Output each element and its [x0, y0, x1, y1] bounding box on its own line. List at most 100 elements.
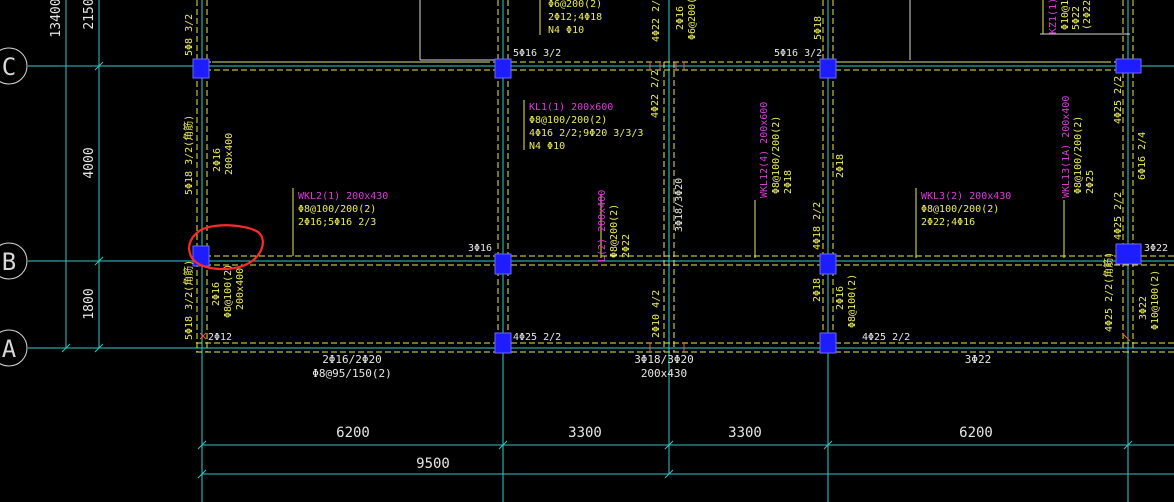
ann-mid-lower-v3: Φ8@100(2)	[847, 274, 858, 328]
ann-left-lower-v3: Φ8@100(2)	[223, 264, 234, 318]
ann-right-v2: 6Φ16 2/4	[1137, 132, 1148, 180]
ann-right-top-2: Φ10@100	[1060, 0, 1071, 30]
dim-outer-13400: 13400	[49, 0, 64, 38]
ann-wkl13-1: WKL13(1A) 200x400	[1061, 96, 1072, 198]
column-c2[interactable]	[494, 58, 512, 79]
axis-label-c: C	[2, 53, 16, 81]
lower-annotations: 5Φ18 3/2(角筋) 2Φ16 Φ8@100(2) 200x400 2Φ12…	[182, 252, 1161, 343]
ann-wkl12-v1: 4Φ18 2/2	[812, 202, 823, 250]
ann-a-mid-v: 2Φ10 4/2	[651, 290, 662, 338]
ann-a-col2: 4Φ25 2/2	[862, 332, 910, 343]
ann-col-c2: 5Φ16 3/2	[774, 48, 822, 59]
dim-inner-4000: 4000	[82, 147, 97, 178]
ann-l2-2: Φ8@200(2)	[609, 204, 620, 258]
column-b4[interactable]	[1115, 243, 1142, 265]
ann-wkl2-1: WKL2(1) 200x430	[298, 191, 388, 202]
ann-top-right-col: 5Φ18	[813, 16, 824, 40]
below-a-annotations: 2Φ16/2Φ20 Φ8@95/150(2) 3Φ18/3Φ20 200x430…	[312, 353, 991, 380]
ann-top-mid-v2: 2Φ16	[675, 6, 686, 30]
ann-wkl13-2: Φ8@100/200(2)	[1073, 116, 1084, 194]
column-b3[interactable]	[819, 253, 837, 275]
ann-right-v3: 4Φ25 2/2	[1113, 192, 1124, 240]
kl1-annotation: KL1(1) 200x600 Φ8@100/200(2) 4Φ16 2/2;9Φ…	[529, 70, 661, 152]
l2-annotation: L(2) 200x400 Φ8@200(2) 2Φ22 3Φ18/3Φ20	[597, 178, 685, 262]
dim-inner-1800: 1800	[82, 288, 97, 319]
ann-kl1-4: N4 Φ10	[529, 141, 565, 152]
ann-right-lower-v3: Φ10@100(2)	[1150, 270, 1161, 330]
ann-b-mid: 3Φ16	[468, 243, 492, 254]
wkl13-annotation: WKL13(1A) 200x400 Φ8@100/200(2) 2Φ25 4Φ2…	[1061, 76, 1168, 254]
ann-right-v1: 4Φ25 2/2	[1113, 76, 1124, 124]
ann-kl1-1: KL1(1) 200x600	[529, 102, 613, 113]
ann-wkl12-1: WKL12(4) 200x600	[759, 102, 770, 198]
ann-left-lower-v2: 2Φ16	[211, 282, 222, 306]
ann-mid-lower-v2: 2Φ16	[835, 286, 846, 310]
ann-kl1-v: 4Φ22 2/2	[650, 70, 661, 118]
annotations-top: 5Φ8 3/2 5Φ16 3/2 5Φ16 3/2 Φ6@200(2) 2Φ12…	[184, 0, 1093, 59]
ann-right-top-1: KZ1(1)	[1048, 0, 1059, 34]
ann-wkl3-1: WKL3(2) 200x430	[921, 191, 1011, 202]
ann-wkl2-2: Φ8@100/200(2)	[298, 204, 376, 215]
ann-kl1-3: 4Φ16 2/2;9Φ20 3/3/3	[529, 128, 643, 139]
dim-6200-right: 6200	[959, 425, 993, 441]
column-c4[interactable]	[1115, 58, 1142, 74]
axis-label-a: A	[2, 335, 17, 363]
axis-bubble-a: A	[0, 329, 28, 367]
ann-left-col-v3: 200x400	[224, 133, 235, 175]
ann-top-mid-2: 2Φ12;4Φ18	[548, 12, 602, 23]
ann-a-left: 2Φ12	[208, 332, 232, 343]
ann-top-mid-v3: Φ6@200(2)	[687, 0, 698, 40]
dim-inner-2150: 2150	[82, 0, 97, 30]
axis-bubble-c: C	[0, 47, 28, 85]
ann-wkl12-2: Φ8@100/200(2)	[771, 116, 782, 194]
ann-below-a1-2: Φ8@95/150(2)	[312, 367, 391, 380]
wkl2-annotation: WKL2(1) 200x430 Φ8@100/200(2) 2Φ16;5Φ16 …	[298, 191, 492, 254]
ann-right-top-3: 5Φ22	[1071, 6, 1082, 30]
ann-right-top-4: (2Φ22)	[1082, 0, 1093, 30]
wall-lines	[212, 0, 1130, 63]
ann-wkl3-3: 2Φ22;4Φ16	[921, 217, 975, 228]
ann-right-lower-v2: 3Φ22	[1138, 296, 1149, 320]
ann-mid-lower-v1: 2Φ18	[812, 278, 823, 302]
ann-l2-1: L(2) 200x400	[597, 190, 608, 262]
ann-wkl2-3: 2Φ16;5Φ16 2/3	[298, 217, 376, 228]
column-a3[interactable]	[819, 332, 837, 354]
column-a2[interactable]	[494, 332, 512, 354]
ann-wkl12-v2: 2Φ18	[835, 154, 846, 178]
ann-below-a1-1: 2Φ16/2Φ20	[322, 353, 382, 366]
ann-left-lower-v4: 200x400	[235, 268, 246, 310]
ann-mid-v: 3Φ18/3Φ20	[674, 178, 685, 232]
ann-col-c1: 5Φ16 3/2	[513, 48, 561, 59]
ann-right-lower-v1: 4Φ25 2/2(角筋)	[1102, 252, 1115, 332]
ann-below-a2-2: 200x430	[641, 367, 687, 380]
ann-top-mid-v1: 4Φ22 2/2	[651, 0, 662, 42]
ann-below-a2-1: 3Φ18/3Φ20	[634, 353, 694, 366]
beam-lines	[196, 0, 1174, 353]
ann-top-mid-1: Φ6@200(2)	[548, 0, 602, 10]
ann-left-col-v2: 2Φ16	[212, 148, 223, 172]
ann-left-lower-v1: 5Φ18 3/2(角筋)	[182, 260, 195, 340]
axis-label-b: B	[2, 248, 16, 276]
ann-a-col1: 4Φ25 2/2	[513, 332, 561, 343]
dim-6200-left: 6200	[336, 425, 370, 441]
dim-3300-a: 3300	[568, 425, 602, 441]
ann-right-b: 3Φ22	[1144, 243, 1168, 254]
column-b2[interactable]	[494, 253, 512, 275]
axis-bubble-b: B	[0, 242, 28, 280]
ann-top-left-col: 5Φ8 3/2	[184, 14, 195, 56]
ann-wkl13-3: 2Φ25	[1085, 170, 1096, 194]
ann-l2-3: 2Φ22	[621, 234, 632, 258]
left-column-annotations: 5Φ18 3/2(角筋) 2Φ16 200x400	[182, 115, 235, 195]
ann-below-a3: 3Φ22	[965, 353, 992, 366]
ann-kl1-2: Φ8@100/200(2)	[529, 115, 607, 126]
dim-3300-b: 3300	[728, 425, 762, 441]
ann-wkl3-2: Φ8@100/200(2)	[921, 204, 999, 215]
structural-plan-drawing: C B A 13400 2150 4000 1800 6200 3300 330…	[0, 0, 1174, 502]
dim-9500: 9500	[416, 456, 450, 472]
column-c1[interactable]	[192, 58, 210, 79]
wkl3-annotation: WKL3(2) 200x430 Φ8@100/200(2) 2Φ22;4Φ16	[921, 191, 1011, 228]
column-c3[interactable]	[819, 58, 837, 79]
ann-wkl12-3: 2Φ18	[783, 170, 794, 194]
ann-left-col-v1: 5Φ18 3/2(角筋)	[182, 115, 195, 195]
ann-top-mid-3: N4 Φ10	[548, 25, 584, 36]
